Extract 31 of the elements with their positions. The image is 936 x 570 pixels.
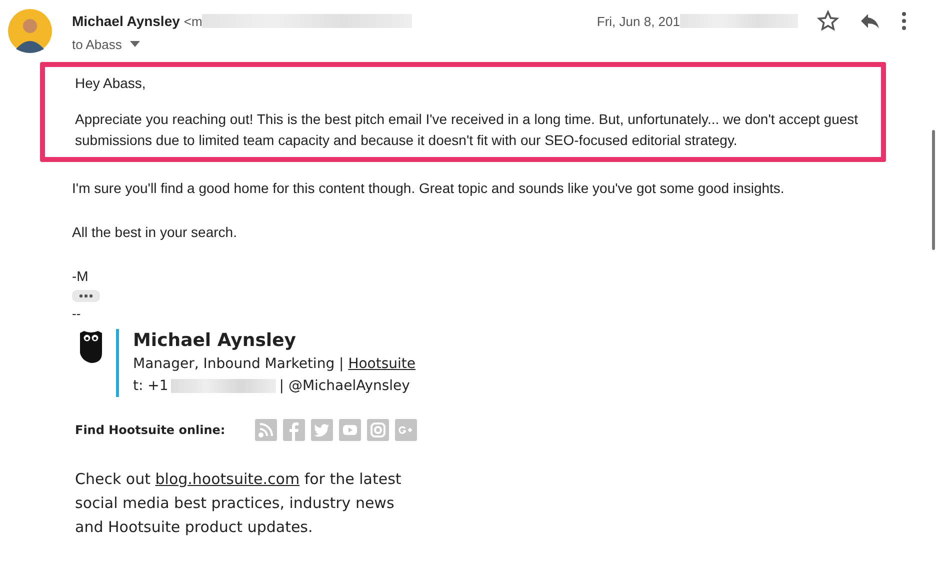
sender-email: <m (184, 14, 202, 28)
find-online-label: Find Hootsuite online: (75, 423, 226, 437)
company-link[interactable]: Hootsuite (348, 353, 416, 375)
twitter-handle: | @MichaelAynsley (279, 377, 410, 396)
email-paragraph: Hey Abass, (75, 74, 147, 93)
email-paragraph: -M (72, 267, 90, 286)
rss-icon[interactable] (255, 419, 277, 441)
phone-label: t: +1 (133, 377, 168, 396)
sender-name: Michael Aynsley (72, 13, 180, 29)
more-content-icon[interactable] (72, 290, 100, 302)
email-paragraph: Appreciate you reaching out! This is the best pitch email I've received in a long time. But, unfortunately... we don't accept guest submissions due to limited team capacity and because it doesn't fit with our SEO-focused editorial strategy. (75, 110, 860, 150)
owl-logo-icon (80, 331, 102, 363)
signature-separator: -- (72, 306, 82, 321)
more-icon[interactable] (900, 9, 908, 33)
instagram-icon[interactable] (367, 419, 389, 441)
scrollbar-thumb[interactable] (932, 130, 935, 250)
signature-name: Michael Aynsley (133, 329, 298, 353)
promo-paragraph: Check out blog.hootsuite.com for the latest social media best practices, industry news and Hootsuite product updates. (75, 469, 402, 538)
dropdown-icon[interactable] (130, 41, 140, 47)
email-date: Fri, Jun 8, 201 (596, 14, 680, 28)
avatar-icon (8, 9, 52, 53)
email-paragraph: I'm sure you'll find a good home for this content though. Great topic and sounds like you've got some good insights. (72, 179, 786, 198)
youtube-icon[interactable] (339, 419, 361, 441)
googleplus-icon[interactable] (395, 419, 417, 441)
blog-link[interactable]: blog.hootsuite.com (155, 470, 300, 488)
job-title: Manager, Inbound Marketing | (133, 355, 345, 374)
star-icon[interactable] (816, 9, 840, 33)
facebook-icon[interactable] (283, 419, 305, 441)
recipient-label: to Abass (72, 36, 122, 52)
email-paragraph: All the best in your search. (72, 223, 238, 242)
twitter-icon[interactable] (311, 419, 333, 441)
